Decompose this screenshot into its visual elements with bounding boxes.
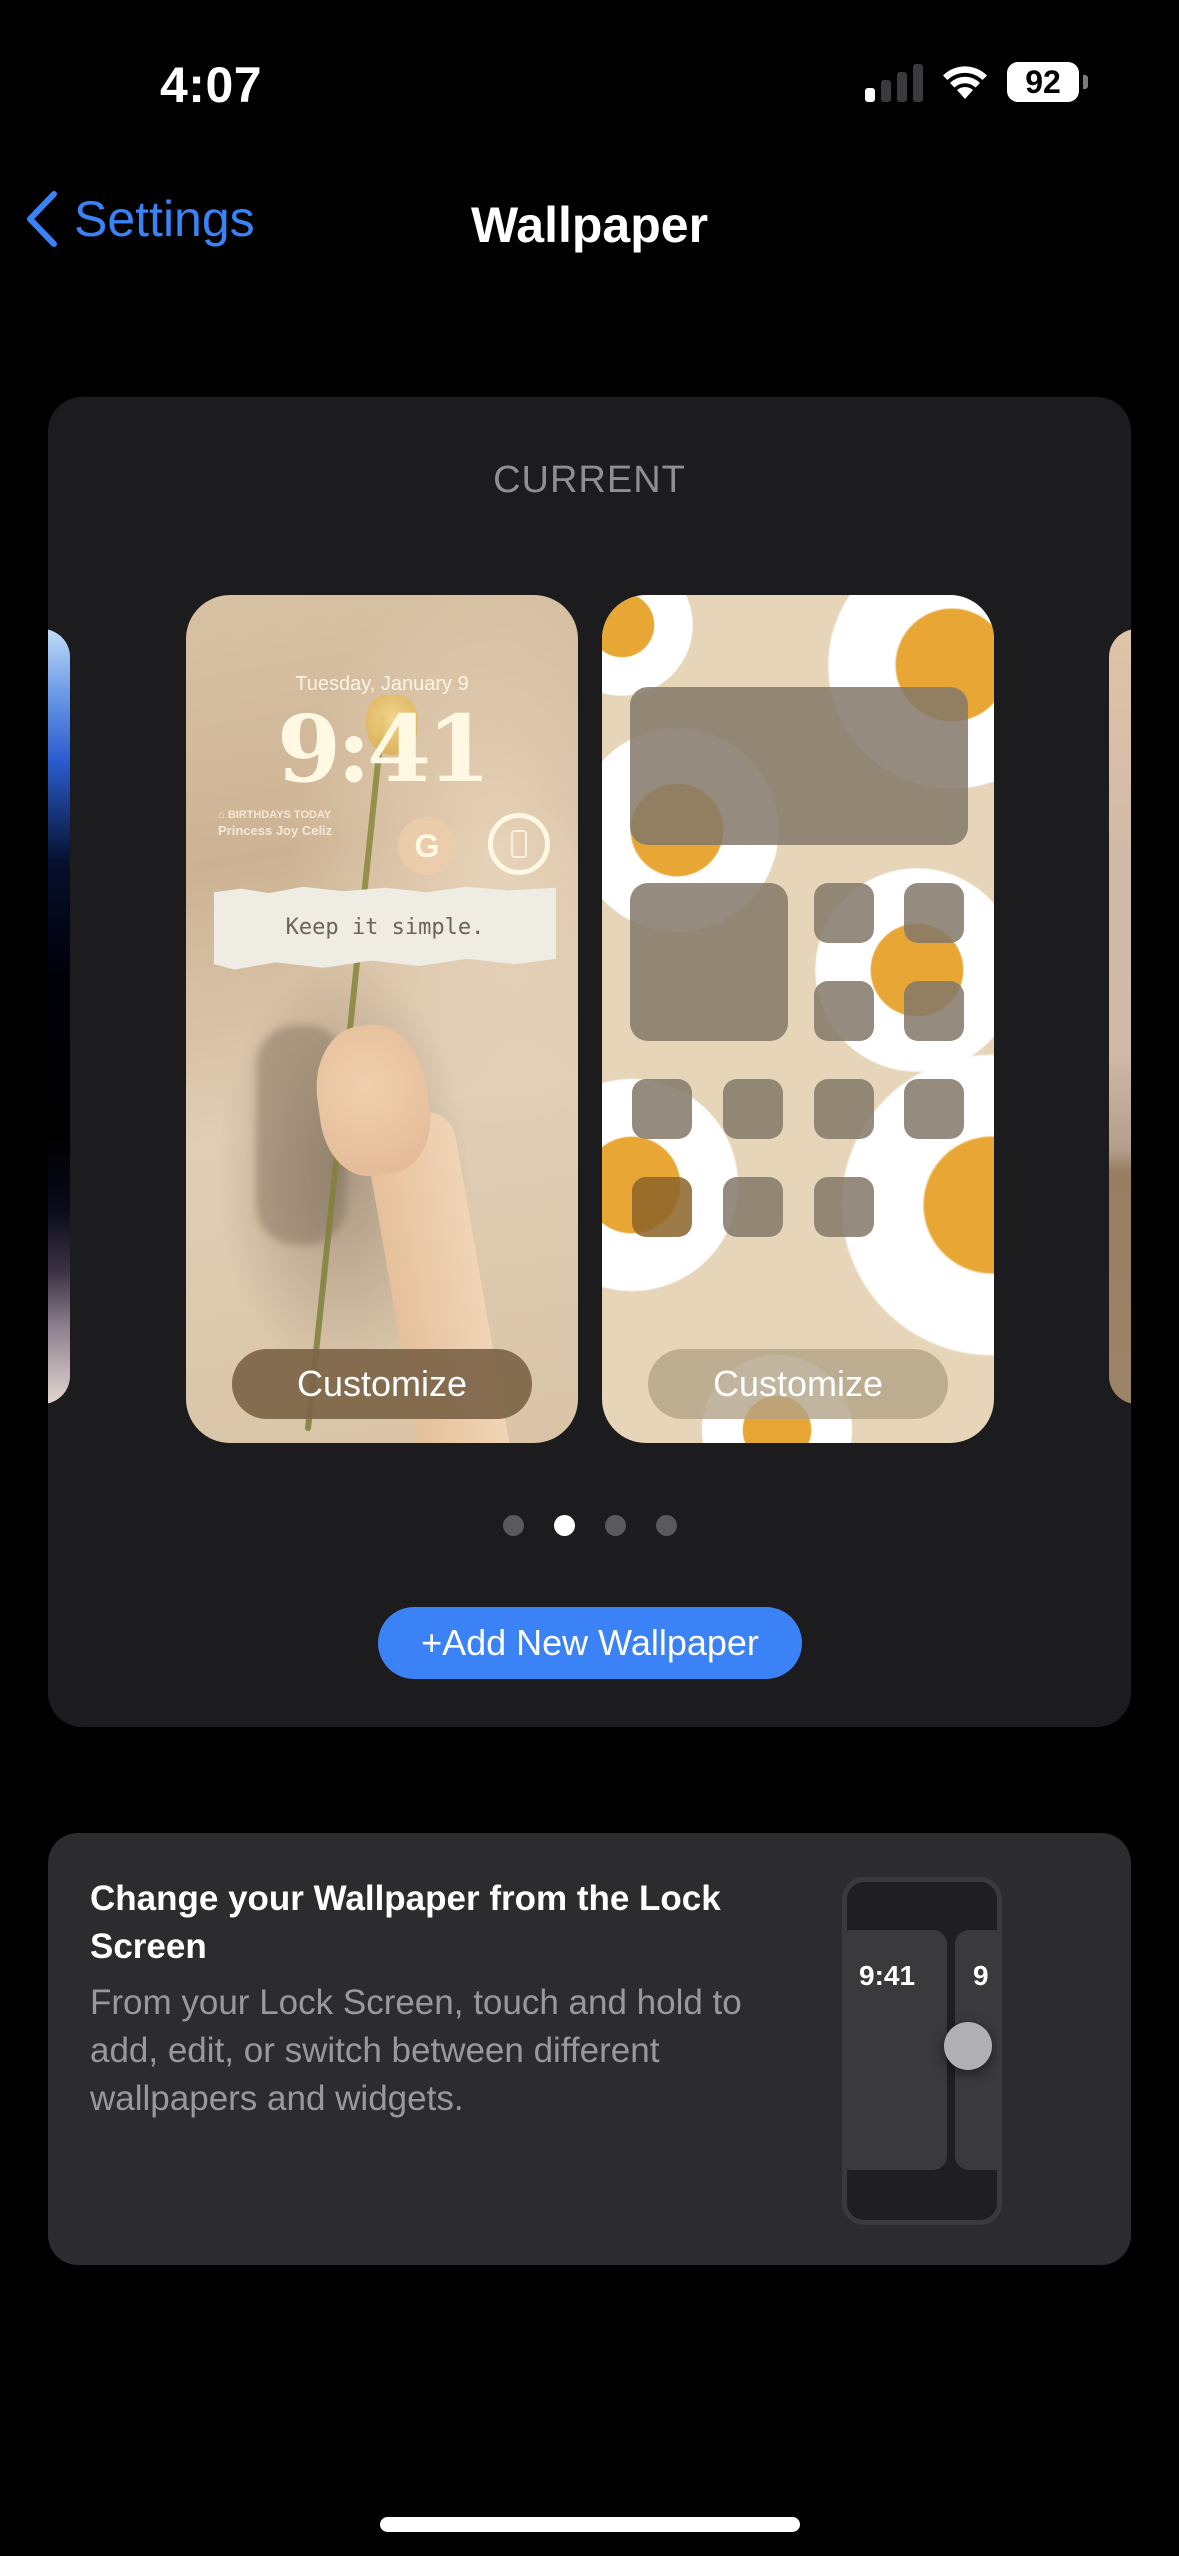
battery-percent: 92 xyxy=(1025,63,1061,100)
next-wallpaper-peek[interactable] xyxy=(1109,629,1131,1404)
phone-swipe-illustration: 9:41 9 xyxy=(842,1877,1002,2225)
battery-indicator: 92 xyxy=(1007,62,1088,102)
tip-title: Change your Wallpaper from the Lock Scre… xyxy=(90,1879,721,1966)
tip-body: From your Lock Screen, touch and hold to… xyxy=(90,1983,742,2118)
app-icon xyxy=(904,883,964,943)
status-time: 4:07 xyxy=(160,57,263,113)
lock-date: Tuesday, January 9 xyxy=(295,673,469,695)
page-dot-active[interactable] xyxy=(553,1515,575,1536)
app-icon xyxy=(632,1177,692,1237)
birthday-widget-name: Princess Joy Celiz xyxy=(218,823,333,838)
home-screen-preview[interactable]: Customize xyxy=(602,595,994,1443)
home-indicator[interactable] xyxy=(380,2517,800,2532)
add-new-wallpaper-button[interactable]: +Add New Wallpaper xyxy=(378,1607,802,1679)
lock-screen-preview[interactable]: Tuesday, January 9 9:41 ⌂ BIRTHDAYS TODA… xyxy=(186,595,578,1443)
page-dot[interactable] xyxy=(655,1515,677,1536)
illustration-time: 9 xyxy=(973,1960,989,1991)
app-icon xyxy=(814,1177,874,1237)
lock-time: 9:41 xyxy=(276,695,491,803)
app-icon xyxy=(814,981,874,1041)
page-indicator[interactable] xyxy=(48,1515,1131,1536)
customize-home-screen-button[interactable]: Customize xyxy=(648,1349,948,1419)
birthday-widget: ⌂ BIRTHDAYS TODAY Princess Joy Celiz xyxy=(218,807,332,839)
app-icon xyxy=(904,1079,964,1139)
status-icons: 92 xyxy=(865,62,1088,102)
app-icon xyxy=(632,1079,692,1139)
section-label: CURRENT xyxy=(493,459,686,501)
current-wallpaper-card: CURRENT Tuesday, January 9 9:41 ⌂ BIRTHD… xyxy=(48,397,1131,1727)
phone-battery-widget-icon xyxy=(488,813,550,875)
customize-lock-screen-button[interactable]: Customize xyxy=(232,1349,532,1419)
cellular-signal-icon xyxy=(865,62,923,102)
page-dot[interactable] xyxy=(502,1515,524,1536)
app-icon xyxy=(723,1177,783,1237)
quote-paper: Keep it simple. xyxy=(214,886,556,970)
page-dot[interactable] xyxy=(604,1515,626,1536)
app-icon xyxy=(723,1079,783,1139)
illustration-time: 9:41 xyxy=(859,1960,916,1991)
google-widget-icon: G xyxy=(398,817,456,875)
home-widget-large xyxy=(630,687,968,845)
page-title: Wallpaper xyxy=(470,197,709,253)
battery-nub xyxy=(1083,75,1088,89)
app-icon xyxy=(904,981,964,1041)
touch-indicator-icon xyxy=(944,2022,992,2070)
previous-wallpaper-peek[interactable] xyxy=(48,629,70,1404)
home-widget-square xyxy=(630,883,788,1041)
quote-text: Keep it simple. xyxy=(285,915,485,940)
illustration-panel: 9:41 xyxy=(847,1930,947,2170)
wifi-icon xyxy=(943,66,987,99)
app-icon xyxy=(814,883,874,943)
lock-screen-tip-card: Change your Wallpaper from the Lock Scre… xyxy=(48,1833,1131,2265)
app-icon xyxy=(814,1079,874,1139)
birthday-widget-title: ⌂ BIRTHDAYS TODAY xyxy=(218,809,332,821)
